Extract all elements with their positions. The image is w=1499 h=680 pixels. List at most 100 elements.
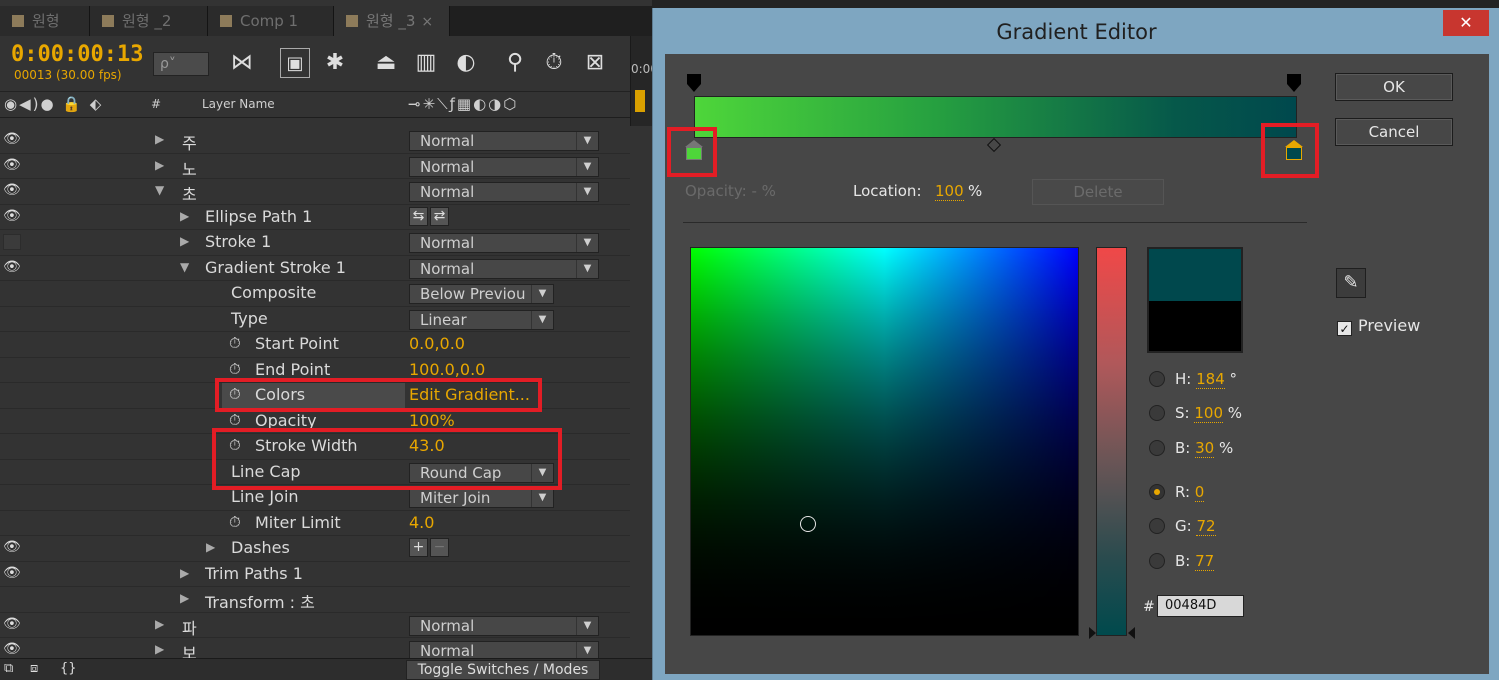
expression-icon[interactable]: {} xyxy=(60,661,77,676)
visibility-toggle[interactable] xyxy=(3,234,21,250)
stopwatch-icon[interactable]: ⏱ xyxy=(229,411,241,429)
expand-arrow-icon[interactable]: ▶ xyxy=(155,132,164,146)
property-group-row[interactable]: 👁 ▶ Trim Paths 1 xyxy=(0,561,630,587)
gradient-midpoint-diamond[interactable] xyxy=(986,137,1002,153)
eye-icon[interactable]: 👁 xyxy=(3,259,23,276)
expand-arrow-icon[interactable]: ▶ xyxy=(155,642,164,656)
radio-button[interactable] xyxy=(1149,371,1165,387)
blend-mode-select[interactable]: Normal ▼ xyxy=(409,156,599,177)
collapse-arrow-icon[interactable]: ▼ xyxy=(155,183,164,197)
eye-icon[interactable]: 👁 xyxy=(3,641,23,658)
expand-arrow-icon[interactable]: ▶ xyxy=(155,617,164,631)
work-area-marker[interactable] xyxy=(635,90,645,112)
radio-button-selected[interactable] xyxy=(1149,484,1165,500)
stopwatch-icon[interactable]: ⏱ xyxy=(229,385,241,403)
blend-mode-select[interactable]: Normal ▼ xyxy=(409,641,599,658)
layer-row[interactable]: 👁 ▼ 초 Normal ▼ xyxy=(0,179,630,205)
auto-keyframe-icon[interactable]: ⚲ xyxy=(500,48,530,78)
blue-value[interactable]: 77 xyxy=(1195,552,1215,571)
red-value[interactable]: 0 xyxy=(1194,483,1205,502)
graph-editor-icon[interactable]: ⊠ xyxy=(580,48,610,78)
layer-search-input[interactable]: ρ˅ xyxy=(153,52,209,76)
checkbox[interactable]: ✓ xyxy=(1337,321,1352,336)
hue-slider[interactable] xyxy=(1096,247,1127,636)
edit-gradient-link[interactable]: Edit Gradient... xyxy=(409,385,530,404)
property-group-row[interactable]: 👁 ▼ Gradient Stroke 1 Normal ▼ xyxy=(0,255,630,281)
start-point-value[interactable]: 0.0,0.0 xyxy=(409,334,465,353)
color-picker-cursor[interactable] xyxy=(800,516,816,532)
eye-icon[interactable]: 👁 xyxy=(3,565,23,582)
property-group-row[interactable]: 👁 ▶ Ellipse Path 1 ⇆ ⇄ xyxy=(0,204,630,230)
expand-arrow-icon[interactable]: ▶ xyxy=(180,566,189,580)
property-group-row[interactable]: ▶ Stroke 1 Normal ▼ xyxy=(0,230,630,256)
layer-row[interactable]: 👁 ▶ 노 Normal ▼ xyxy=(0,153,630,179)
comp-flowchart-icon[interactable]: ⧉ xyxy=(4,661,13,676)
layer-switches-icon[interactable]: ⧈ xyxy=(30,661,38,676)
expand-arrow-icon[interactable]: ▶ xyxy=(180,209,189,223)
slider-handle-left-icon[interactable] xyxy=(1089,627,1096,639)
toggle-switches-modes-button[interactable]: Toggle Switches / Modes xyxy=(406,660,600,680)
hue-value[interactable]: 184 xyxy=(1196,370,1225,389)
ok-button[interactable]: OK xyxy=(1335,73,1453,101)
hue-radio[interactable]: H: 184 ° xyxy=(1149,370,1237,394)
layer-row[interactable]: 👁 ▶ 주 Normal ▼ xyxy=(0,128,630,154)
composition-mini-flowchart-icon[interactable]: ⋈ xyxy=(227,48,257,78)
hex-input[interactable]: 00484D xyxy=(1157,595,1244,617)
blend-mode-select[interactable]: Normal ▼ xyxy=(409,258,599,279)
close-icon[interactable]: × xyxy=(421,14,433,30)
brightness-value[interactable]: 30 xyxy=(1195,439,1215,458)
eye-icon[interactable]: 👁 xyxy=(3,131,23,148)
motion-blur-icon[interactable]: ▥ xyxy=(411,48,441,78)
blend-mode-select[interactable]: Normal ▼ xyxy=(409,131,599,151)
blend-mode-select[interactable]: Normal ▼ xyxy=(409,615,599,636)
old-color-swatch[interactable] xyxy=(1147,301,1243,353)
green-value[interactable]: 72 xyxy=(1196,517,1216,536)
radio-button[interactable] xyxy=(1149,405,1165,421)
tab-comp-1[interactable]: Comp 1 xyxy=(208,6,334,36)
slider-handle-right-icon[interactable] xyxy=(1128,627,1135,639)
column-layer-name[interactable]: Layer Name xyxy=(202,97,275,111)
layer-row[interactable]: 👁 ▶ 파 Normal ▼ xyxy=(0,612,630,638)
tab-circle-3[interactable]: 원형 _3 × xyxy=(334,6,450,36)
property-group-row[interactable]: 👁 ▶ Dashes + − xyxy=(0,536,630,562)
eye-icon[interactable]: 👁 xyxy=(3,157,23,174)
stopwatch-icon[interactable]: ⏱ xyxy=(229,513,241,531)
radio-button[interactable] xyxy=(1149,553,1165,569)
eye-icon[interactable]: 👁 xyxy=(3,616,23,633)
path-direction-icon[interactable]: ⇄ xyxy=(430,206,449,226)
current-timecode[interactable]: 0:00:00:13 xyxy=(11,42,143,67)
blend-mode-select[interactable]: Normal ▼ xyxy=(409,233,599,253)
expand-arrow-icon[interactable]: ▶ xyxy=(155,158,164,172)
opacity-value[interactable]: 100% xyxy=(409,411,455,430)
close-icon[interactable]: ✕ xyxy=(1443,10,1489,36)
remove-icon[interactable]: − xyxy=(430,538,449,557)
brainstorm-icon[interactable]: ◐ xyxy=(451,48,481,78)
eyedropper-icon[interactable]: ✎ xyxy=(1336,268,1366,298)
stopwatch-icon[interactable]: ⏱ xyxy=(229,436,241,454)
layer-row[interactable]: 👁 ▶ 보 Normal ▼ xyxy=(0,638,630,658)
expand-arrow-icon[interactable]: ▶ xyxy=(180,234,189,248)
blend-mode-select[interactable]: Normal ▼ xyxy=(409,182,599,202)
tab-circle-2[interactable]: 원형 _2 xyxy=(90,6,208,36)
red-radio[interactable]: R: 0 xyxy=(1149,483,1205,507)
blue-radio[interactable]: B: 77 xyxy=(1149,552,1215,576)
color-stop-start[interactable] xyxy=(685,140,703,162)
eye-icon[interactable]: 👁 xyxy=(3,539,23,556)
reverse-path-icon[interactable]: ⇆ xyxy=(409,206,428,226)
time-ruler[interactable]: 0:00 xyxy=(630,36,658,126)
expand-arrow-icon[interactable]: ▶ xyxy=(206,540,215,554)
green-radio[interactable]: G: 72 xyxy=(1149,517,1216,541)
line-cap-select[interactable]: Round Cap ▼ xyxy=(409,462,554,483)
add-icon[interactable]: + xyxy=(409,538,428,557)
shy-layers-icon[interactable]: ✱ xyxy=(320,48,350,78)
radio-button[interactable] xyxy=(1149,518,1165,534)
property-group-row[interactable]: ▶ Transform : 초 xyxy=(0,587,630,613)
eye-icon[interactable]: 👁 xyxy=(3,208,23,225)
type-select[interactable]: Linear ▼ xyxy=(409,309,554,330)
stopwatch-icon[interactable]: ⏱ xyxy=(229,360,241,378)
location-value[interactable]: 100 xyxy=(935,182,964,201)
radio-button[interactable] xyxy=(1149,440,1165,456)
color-stop-end[interactable] xyxy=(1285,140,1303,162)
frame-blending-icon[interactable]: ⏏ xyxy=(371,48,401,78)
collapse-arrow-icon[interactable]: ▼ xyxy=(180,260,189,274)
